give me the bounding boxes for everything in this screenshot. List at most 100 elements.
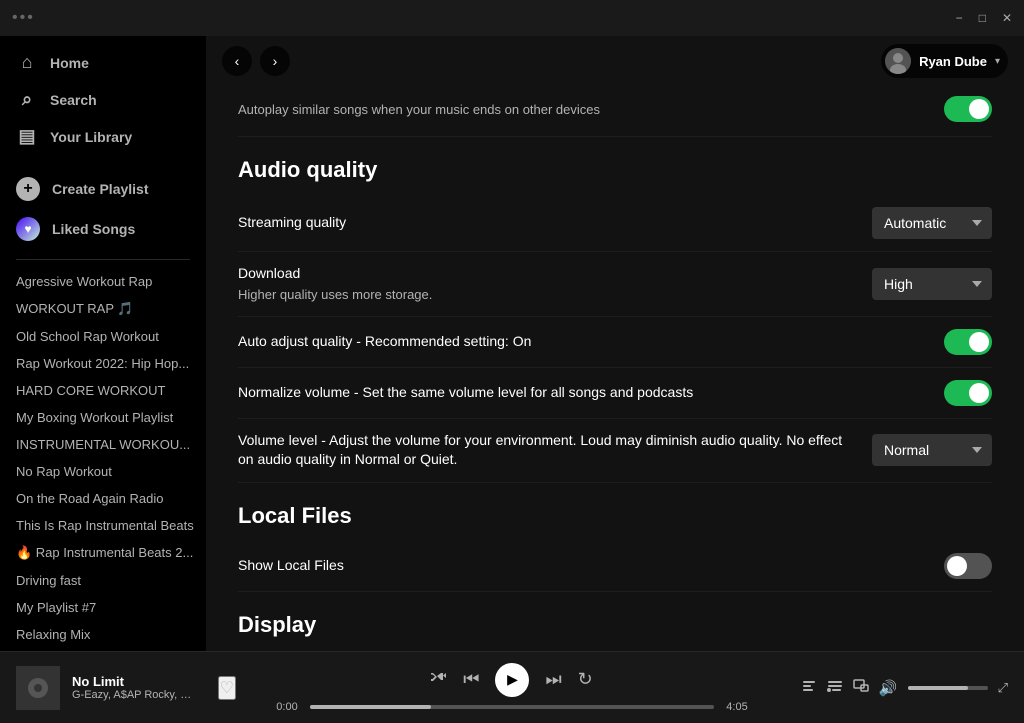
playlist-item[interactable]: Driving fast <box>8 567 198 594</box>
player-controls: ⏮ ▶ ⏭ ↻ <box>431 663 593 697</box>
playlist-item[interactable]: Old School Rap Workout <box>8 323 198 350</box>
autoplay-label: Autoplay similar songs when your music e… <box>238 102 600 117</box>
progress-track[interactable] <box>310 705 714 709</box>
like-button[interactable]: ♡ <box>218 676 236 700</box>
autoplay-toggle[interactable] <box>944 96 992 122</box>
volume-fill <box>908 686 968 690</box>
playlist-label: This Is Rap Instrumental Beats <box>16 518 194 533</box>
playlist-label: Agressive Workout Rap <box>16 274 152 289</box>
queue-button[interactable] <box>827 678 843 698</box>
volume-level-label: Volume level - Adjust the volume for you… <box>238 431 872 470</box>
playlist-item[interactable]: Relaxing Mix <box>8 621 198 648</box>
toggle-track <box>944 329 992 355</box>
toggle-track <box>944 380 992 406</box>
play-pause-button[interactable]: ▶ <box>495 663 529 697</box>
queue-icon <box>827 678 843 694</box>
auto-adjust-toggle[interactable] <box>944 329 992 355</box>
playlist-label: My Boxing Workout Playlist <box>16 410 173 425</box>
track-info: No Limit G-Eazy, A$AP Rocky, Cardi B <box>72 674 198 701</box>
sidebar-item-label: Home <box>50 55 89 71</box>
progress-bar-container: 0:00 4:05 <box>272 701 752 713</box>
playlist-item[interactable]: INSTRUMENTAL WORKOU... <box>8 431 198 458</box>
nav-forward-button[interactable]: › <box>260 46 290 76</box>
playlist-item[interactable]: 🔥 Rap Instrumental Beats 2... <box>8 539 198 567</box>
devices-icon <box>853 678 869 694</box>
autoplay-row: Autoplay similar songs when your music e… <box>238 86 992 137</box>
main-layout: ⌂ Home ⌕ Search ▤ Your Library + Create … <box>0 36 1024 651</box>
playlist-item[interactable]: Rap Workout 2022: Hip Hop... <box>8 350 198 377</box>
sidebar-item-search[interactable]: ⌕ Search <box>0 81 206 118</box>
heart-icon: ♥ <box>16 217 40 241</box>
titlebar-menu-dots: ••• <box>12 9 35 27</box>
playlist-item[interactable]: HARD CORE WORKOUT <box>8 377 198 404</box>
next-button[interactable]: ⏭ <box>545 669 561 690</box>
fullscreen-button[interactable]: ⤢ <box>998 680 1008 696</box>
playlist-label: No Rap Workout <box>16 464 112 479</box>
chevron-down-icon: ▾ <box>995 56 1000 67</box>
track-thumbnail <box>16 666 60 710</box>
maximize-button[interactable]: □ <box>979 11 986 25</box>
playlist-item[interactable]: No Rap Workout <box>8 458 198 485</box>
normalize-volume-toggle[interactable] <box>944 380 992 406</box>
shuffle-button[interactable] <box>431 669 447 690</box>
normalize-volume-label: Normalize volume - Set the same volume l… <box>238 383 944 403</box>
sidebar-actions: + Create Playlist ♥ Liked Songs <box>0 163 206 255</box>
titlebar-dots: ••• <box>12 9 35 27</box>
create-playlist-label: Create Playlist <box>52 181 149 197</box>
nav-back-button[interactable]: ‹ <box>222 46 252 76</box>
liked-songs-label: Liked Songs <box>52 221 135 237</box>
playlist-item[interactable]: My Boxing Workout Playlist <box>8 404 198 431</box>
user-profile[interactable]: Ryan Dube ▾ <box>881 44 1008 78</box>
avatar <box>885 48 911 74</box>
devices-button[interactable] <box>853 678 869 698</box>
playlist-item[interactable]: This Is Rap Instrumental Beats <box>8 512 198 539</box>
liked-songs-item[interactable]: ♥ Liked Songs <box>16 211 190 247</box>
playlist-item[interactable]: Agressive Workout Rap <box>8 268 198 295</box>
track-name: No Limit <box>72 674 198 689</box>
streaming-quality-row: Streaming quality Automatic Low Normal H… <box>238 195 992 252</box>
library-icon: ▤ <box>16 126 38 147</box>
playlist-label: INSTRUMENTAL WORKOU... <box>16 437 190 452</box>
show-local-files-toggle[interactable] <box>944 553 992 579</box>
streaming-quality-select[interactable]: Automatic Low Normal High Very high <box>872 207 992 239</box>
minimize-button[interactable]: − <box>956 11 963 25</box>
time-current: 0:00 <box>272 701 302 713</box>
show-local-files-row: Show Local Files <box>238 541 992 592</box>
create-playlist-item[interactable]: + Create Playlist <box>16 171 190 207</box>
sidebar-item-label: Search <box>50 92 97 108</box>
repeat-button[interactable]: ↻ <box>578 669 593 690</box>
playlist-label: Rap Workout 2022: Hip Hop... <box>16 356 189 371</box>
download-row: Download Higher quality uses more storag… <box>238 252 992 317</box>
playlist-item[interactable]: On the Road Again Radio <box>8 485 198 512</box>
plus-icon: + <box>16 177 40 201</box>
volume-bar[interactable] <box>908 686 988 690</box>
playlist-item[interactable]: My Playlist #7 <box>8 594 198 621</box>
auto-adjust-label: Auto adjust quality - Recommended settin… <box>238 332 944 352</box>
avatar-image <box>885 48 911 74</box>
lyrics-button[interactable] <box>801 678 817 698</box>
streaming-quality-label: Streaming quality <box>238 213 872 233</box>
download-sublabel: Higher quality uses more storage. <box>238 286 852 304</box>
titlebar: ••• − □ ✕ <box>0 0 1024 36</box>
content-header: ‹ › Ryan Dube ▾ <box>206 36 1024 86</box>
playlist-label: Driving fast <box>16 573 81 588</box>
volume-button[interactable]: 🔊 <box>879 679 898 697</box>
close-button[interactable]: ✕ <box>1002 11 1012 25</box>
sidebar-item-library[interactable]: ▤ Your Library <box>0 118 206 155</box>
sidebar-item-label: Your Library <box>50 129 132 145</box>
toggle-track <box>944 553 992 579</box>
toggle-track <box>944 96 992 122</box>
sidebar-item-home[interactable]: ⌂ Home <box>0 44 206 81</box>
previous-button[interactable]: ⏮ <box>463 669 479 690</box>
nav-arrows: ‹ › <box>222 46 290 76</box>
now-playing-left: No Limit G-Eazy, A$AP Rocky, Cardi B ♡ <box>16 666 236 710</box>
lyrics-icon <box>801 678 817 694</box>
volume-level-select[interactable]: Normal Quiet Loud <box>872 434 992 466</box>
download-select[interactable]: High Low Normal Very high <box>872 268 992 300</box>
home-icon: ⌂ <box>16 52 38 73</box>
playlist-item[interactable]: WORKOUT RAP 🎵 <box>8 295 198 323</box>
playlist-label: Relaxing Mix <box>16 627 90 642</box>
toggle-thumb <box>969 383 989 403</box>
titlebar-controls: − □ ✕ <box>956 11 1012 25</box>
playlist-label: On the Road Again Radio <box>16 491 163 506</box>
